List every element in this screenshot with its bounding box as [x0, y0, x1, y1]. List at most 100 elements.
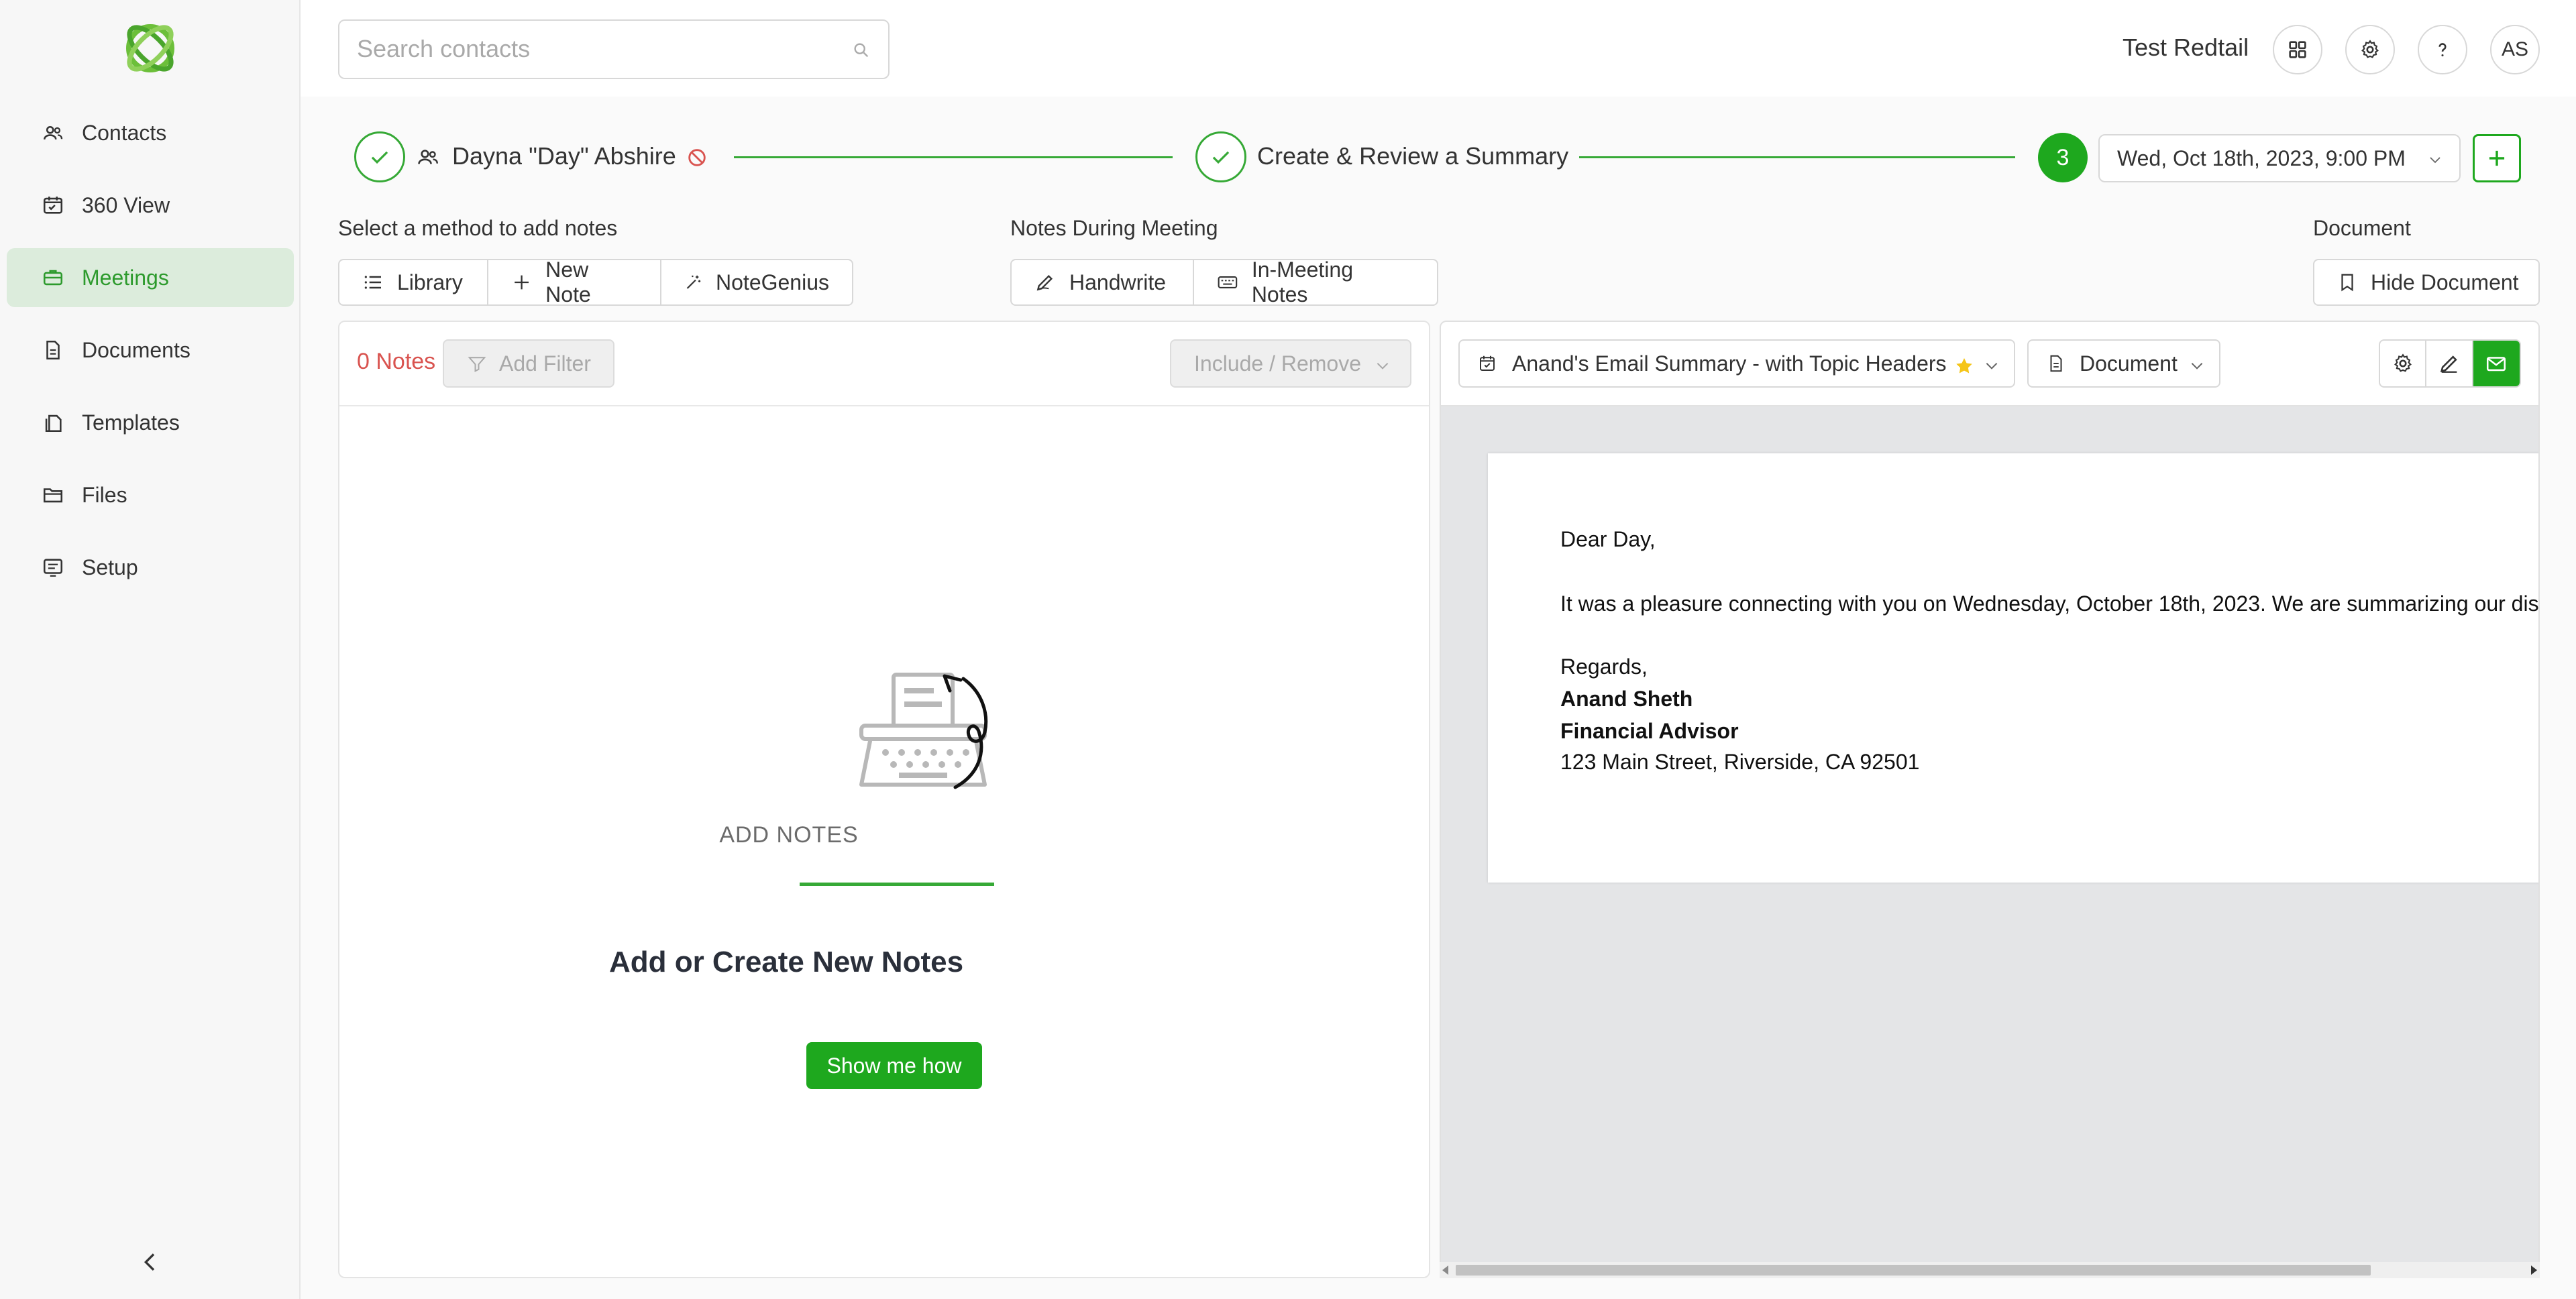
notegenius-label: NoteGenius — [716, 270, 829, 294]
calendar-view-icon — [43, 196, 63, 214]
during-meeting-button-group: Handwrite In-Meeting Notes — [1010, 259, 1438, 306]
question-icon — [2438, 43, 2447, 57]
sidebar-item-files[interactable]: Files — [7, 465, 294, 524]
doc-body: It was a pleasure connecting with you on… — [1560, 591, 2540, 616]
edit-document-button[interactable] — [2426, 341, 2473, 386]
help-button[interactable] — [2418, 25, 2467, 74]
sidebar-item-label: Setup — [82, 555, 138, 579]
template-select[interactable]: Anand's Email Summary - with Topic Heade… — [1458, 339, 2015, 388]
library-button[interactable]: Library — [339, 260, 488, 304]
app-logo[interactable] — [119, 17, 181, 79]
notes-count: 0 Notes — [357, 349, 436, 374]
notegenius-button[interactable]: NoteGenius — [661, 260, 852, 304]
plus-icon — [515, 275, 529, 290]
methods-label: Select a method to add notes — [338, 216, 618, 240]
bookmark-icon — [2341, 274, 2353, 292]
empty-state-title: Add or Create New Notes — [608, 946, 964, 978]
document-horizontal-scrollbar[interactable] — [1440, 1262, 2540, 1278]
sidebar-item-contacts[interactable]: Contacts — [7, 103, 294, 162]
in-meeting-notes-label: In-Meeting Notes — [1251, 259, 1353, 306]
new-note-label: New Note — [545, 259, 591, 306]
add-notes-underline — [800, 883, 994, 886]
email-document-button[interactable] — [2473, 341, 2520, 386]
new-note-button[interactable]: New Note — [488, 260, 661, 304]
apps-button[interactable] — [2273, 25, 2322, 74]
chevron-down-icon — [2191, 363, 2203, 370]
step3-indicator: 3 — [2038, 133, 2088, 182]
meeting-datetime-select[interactable]: Wed, Oct 18th, 2023, 9:00 PM — [2098, 134, 2461, 182]
doc-signer-name: Anand Sheth — [1560, 687, 1693, 711]
account-name: Test Redtail — [2123, 34, 2249, 61]
handwrite-label: Handwrite — [1069, 270, 1167, 294]
add-filter-label: Add Filter — [499, 351, 591, 376]
settings-button[interactable] — [2345, 25, 2395, 74]
check-icon — [371, 151, 388, 164]
search-box[interactable] — [338, 19, 890, 79]
sidebar-item-360-view[interactable]: 360 View — [7, 176, 294, 235]
sidebar-item-label: Templates — [82, 410, 180, 435]
document-section-label: Document — [2313, 216, 2411, 240]
document-settings-button[interactable] — [2380, 341, 2427, 386]
setup-icon — [43, 559, 63, 577]
sidebar: Contacts 360 View Meetings Documents Tem… — [0, 0, 301, 1299]
document-format-select[interactable]: Document — [2027, 339, 2220, 388]
check-icon — [1212, 151, 1230, 164]
hide-document-label: Hide Document — [2371, 270, 2519, 294]
sidebar-item-label: 360 View — [82, 192, 170, 217]
search-input[interactable] — [339, 21, 836, 77]
pencil-icon — [2440, 355, 2457, 373]
document-tools — [2379, 339, 2521, 388]
add-filter-button[interactable]: Add Filter — [443, 339, 614, 388]
sidebar-item-templates[interactable]: Templates — [7, 393, 294, 452]
contacts-icon — [43, 125, 63, 140]
contact-name[interactable]: Dayna "Day" Abshire — [452, 142, 676, 170]
scrollbar-thumb[interactable] — [1456, 1265, 2371, 1276]
document-icon — [2050, 355, 2062, 372]
doc-closing: Regards, — [1560, 655, 1648, 679]
remove-contact-icon[interactable] — [686, 146, 708, 169]
templates-icon — [45, 414, 62, 433]
sidebar-item-documents[interactable]: Documents — [7, 321, 294, 380]
keyboard-icon — [1218, 276, 1238, 289]
in-meeting-notes-button[interactable]: In-Meeting Notes — [1194, 260, 1437, 304]
document-panel: Anand's Email Summary - with Topic Heade… — [1440, 321, 2540, 1278]
include-remove-select[interactable]: Include / Remove — [1170, 339, 1411, 388]
grid-icon — [2289, 41, 2306, 58]
step2-label: Create & Review a Summary — [1257, 142, 1569, 170]
handwrite-button[interactable]: Handwrite — [1012, 260, 1194, 304]
step1-complete-indicator — [354, 131, 405, 182]
chevron-down-icon — [1986, 363, 1998, 370]
show-me-how-button[interactable]: Show me how — [806, 1042, 982, 1089]
typewriter-illustration — [859, 673, 988, 789]
user-avatar[interactable]: AS — [2490, 25, 2540, 74]
notes-toolbar: 0 Notes Add Filter Include / Remove — [339, 322, 1429, 406]
chevron-down-icon — [1377, 363, 1389, 370]
sidebar-item-label: Documents — [82, 337, 191, 362]
filter-icon — [468, 357, 486, 372]
hide-document-button[interactable]: Hide Document — [2313, 259, 2540, 306]
add-meeting-button[interactable] — [2473, 134, 2521, 182]
scroll-left-arrow[interactable] — [1442, 1265, 1448, 1275]
include-remove-label: Include / Remove — [1194, 351, 1362, 376]
document-toolbar: Anand's Email Summary - with Topic Heade… — [1441, 322, 2538, 406]
document-icon — [46, 340, 60, 360]
scroll-right-arrow[interactable] — [2531, 1265, 2537, 1275]
pen-icon — [1036, 274, 1053, 291]
collapse-sidebar-button[interactable] — [137, 1249, 164, 1276]
document-page: Dear Day, It was a pleasure connecting w… — [1488, 453, 2540, 883]
during-meeting-label: Notes During Meeting — [1010, 216, 1218, 240]
folder-icon — [43, 488, 63, 503]
notes-panel: 0 Notes Add Filter Include / Remove ADD … — [338, 321, 1430, 1278]
gear-icon — [2361, 40, 2379, 58]
sidebar-item-setup[interactable]: Setup — [7, 538, 294, 597]
doc-address: 123 Main Street, Riverside, CA 92501 — [1560, 750, 1920, 774]
star-icon[interactable] — [1953, 355, 1975, 377]
chevron-left-icon — [144, 1253, 155, 1271]
doc-signer-title: Financial Advisor — [1560, 719, 1739, 743]
sidebar-item-meetings[interactable]: Meetings — [7, 248, 294, 307]
calendar-check-icon — [1480, 355, 1495, 371]
sidebar-item-label: Contacts — [82, 120, 167, 145]
step-connector — [734, 156, 1173, 158]
mail-icon — [2487, 357, 2506, 372]
add-notes-label: ADD NOTES — [719, 822, 859, 848]
